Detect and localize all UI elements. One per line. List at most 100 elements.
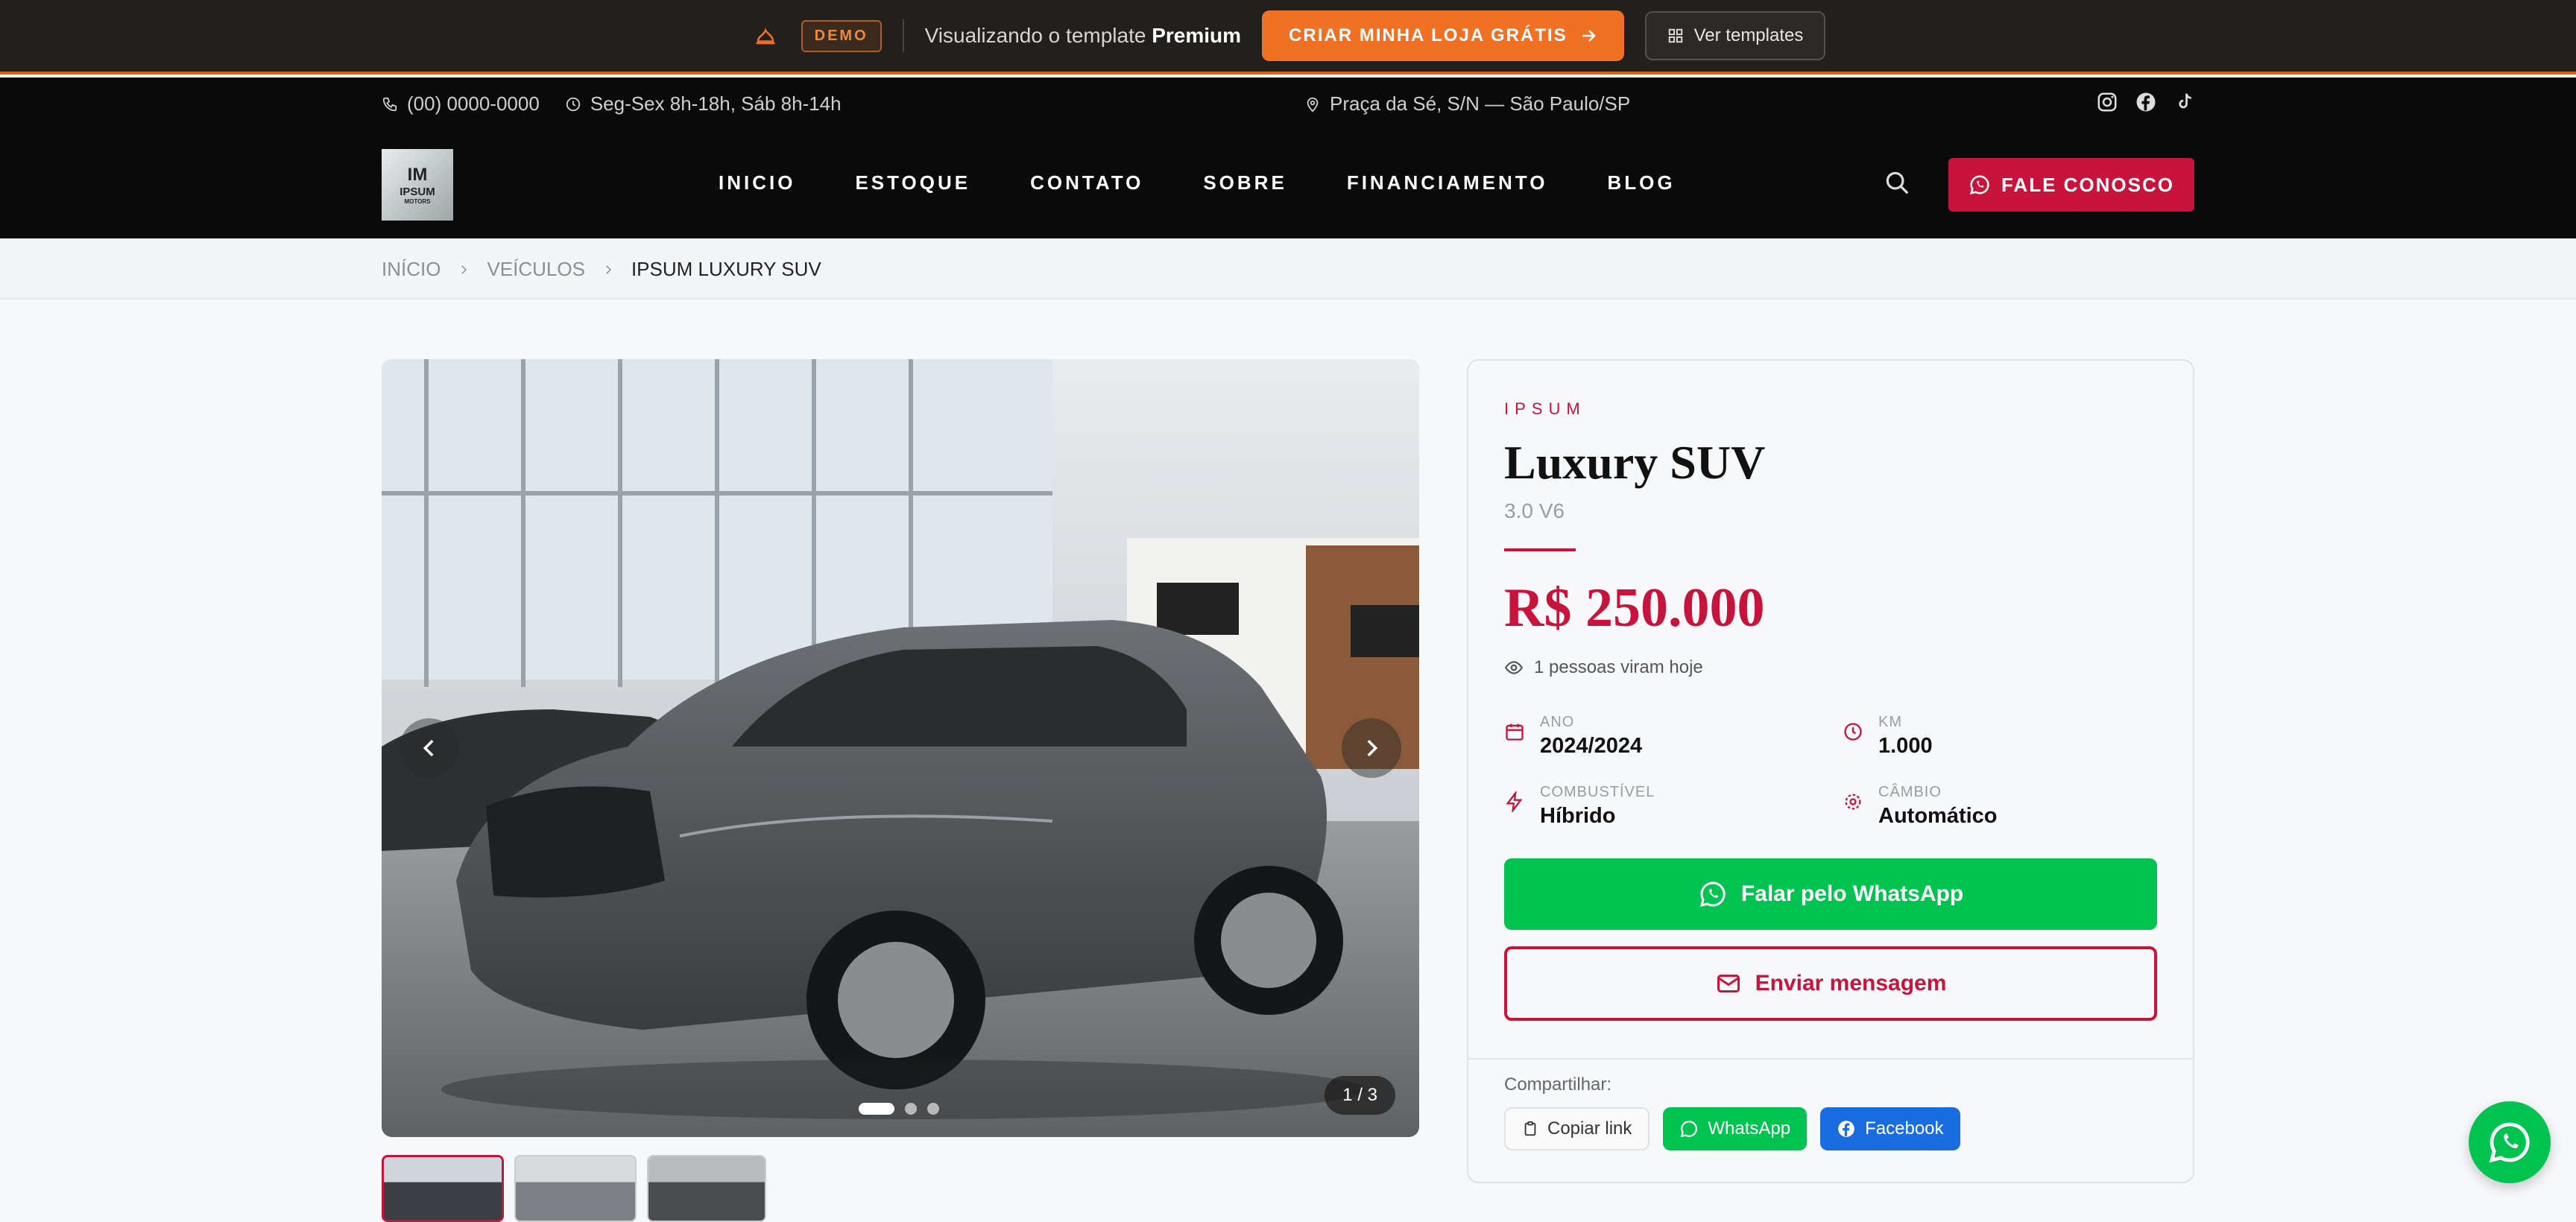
contact-us-button[interactable]: FALE CONOSCO xyxy=(1948,158,2194,212)
gallery-dots xyxy=(859,1103,939,1115)
eye-icon xyxy=(1504,661,1524,674)
search-icon[interactable] xyxy=(1883,168,1911,197)
copy-link-label: Copiar link xyxy=(1547,1118,1632,1139)
whatsapp-icon xyxy=(2489,1122,2530,1163)
create-store-button[interactable]: CRIAR MINHA LOJA GRÁTIS xyxy=(1262,10,1624,61)
chevron-right-icon xyxy=(461,265,467,274)
logo-name: IPSUM xyxy=(400,186,435,198)
thumbnail-strip xyxy=(382,1155,766,1222)
phone-info[interactable]: (00) 0000-0000 xyxy=(382,92,540,115)
breadcrumb-home[interactable]: INÍCIO xyxy=(382,258,441,281)
contact-us-label: FALE CONOSCO xyxy=(2001,173,2174,196)
gallery-dot[interactable] xyxy=(859,1103,894,1115)
instagram-icon[interactable] xyxy=(2096,91,2118,113)
whatsapp-icon xyxy=(1969,175,1989,195)
whatsapp-contact-label: Falar pelo WhatsApp xyxy=(1740,881,1964,906)
breadcrumb-current: IPSUM LUXURY SUV xyxy=(631,258,821,280)
whatsapp-icon xyxy=(1699,881,1726,908)
send-message-label: Enviar mensagem xyxy=(1755,971,1947,995)
vehicle-version: 3.0 V6 xyxy=(1504,499,1565,522)
demo-text-prefix: Visualizando o template xyxy=(924,24,1146,47)
send-message-button[interactable]: Enviar mensagem xyxy=(1504,946,2157,1021)
nav-item-inicio[interactable]: INICIO xyxy=(719,171,795,194)
tiktok-icon[interactable] xyxy=(2174,91,2196,113)
views-text: 1 pessoas viram hoje xyxy=(1534,657,1703,677)
prev-image-button[interactable] xyxy=(400,718,459,778)
lightning-icon xyxy=(1506,791,1523,812)
logo-mark: IM xyxy=(407,165,428,185)
spec-fuel: COMBUSTÍVEL Híbrido xyxy=(1504,784,1655,829)
spec-fuel-value: Híbrido xyxy=(1540,804,1616,828)
vehicle-details-card: IPSUM Luxury SUV 3.0 V6 R$ 250.000 1 pes… xyxy=(1467,359,2194,1183)
gallery-dot[interactable] xyxy=(905,1103,917,1115)
spec-km: KM 1.000 xyxy=(1843,714,1933,759)
spec-year: ANO 2024/2024 xyxy=(1504,714,1642,759)
image-counter: 1 / 3 xyxy=(1325,1076,1395,1115)
whatsapp-contact-button[interactable]: Falar pelo WhatsApp xyxy=(1504,858,2157,930)
map-pin-icon xyxy=(1307,97,1319,112)
divider xyxy=(902,19,904,52)
nav-item-contato[interactable]: CONTATO xyxy=(1030,171,1143,194)
spec-km-value: 1.000 xyxy=(1878,734,1933,758)
grid-icon xyxy=(1668,28,1682,43)
facebook-icon[interactable] xyxy=(2135,91,2157,113)
share-buttons: Copiar link WhatsApp Facebook xyxy=(1504,1107,1960,1150)
spec-year-value: 2024/2024 xyxy=(1540,734,1643,758)
nav-item-sobre[interactable]: SOBRE xyxy=(1203,171,1287,194)
vehicle-gallery[interactable]: 1 / 3 xyxy=(382,359,1419,1137)
nav-item-blog[interactable]: BLOG xyxy=(1607,171,1675,194)
gear-icon xyxy=(1845,794,1861,810)
address-text: Praça da Sé, S/N — São Paulo/SP xyxy=(1330,92,1631,115)
gallery-dot[interactable] xyxy=(927,1103,939,1115)
view-templates-button[interactable]: Ver templates xyxy=(1644,11,1826,60)
views-today: 1 pessoas viram hoje xyxy=(1504,657,1703,678)
share-whatsapp-button[interactable]: WhatsApp xyxy=(1663,1107,1808,1150)
calendar-icon xyxy=(1506,724,1524,741)
logo[interactable]: IM IPSUM MOTORS xyxy=(382,149,453,221)
clock-icon xyxy=(566,97,580,111)
phone-icon xyxy=(382,97,397,111)
create-store-label: CRIAR MINHA LOJA GRÁTIS xyxy=(1289,25,1568,45)
demo-text-strong: Premium xyxy=(1152,24,1242,47)
mail-icon xyxy=(1717,975,1740,993)
chevron-right-icon xyxy=(606,265,612,274)
hours-info: Seg-Sex 8h-18h, Sáb 8h-14h xyxy=(565,92,842,115)
copy-link-button[interactable]: Copiar link xyxy=(1504,1107,1650,1150)
nav-item-estoque[interactable]: ESTOQUE xyxy=(855,171,970,194)
thumbnail[interactable] xyxy=(647,1155,766,1222)
flame-icon xyxy=(751,21,780,51)
share-facebook-button[interactable]: Facebook xyxy=(1820,1107,1960,1150)
divider xyxy=(1504,548,1576,551)
vehicle-model: Luxury SUV xyxy=(1504,436,1766,489)
vehicle-price: R$ 250.000 xyxy=(1504,577,1765,639)
breadcrumb-bar: INÍCIO VEÍCULOS IPSUM LUXURY SUV xyxy=(0,238,2576,300)
demo-text: Visualizando o template Premium xyxy=(925,24,1241,48)
address-info: Praça da Sé, S/N — São Paulo/SP xyxy=(1304,92,1630,115)
breadcrumb-vehicles[interactable]: VEÍCULOS xyxy=(487,258,585,281)
chevron-left-icon xyxy=(423,739,434,757)
spec-transmission-label: CÂMBIO xyxy=(1878,784,1942,800)
spec-km-label: KM xyxy=(1878,714,1902,730)
hours-text: Seg-Sex 8h-18h, Sáb 8h-14h xyxy=(590,92,842,115)
social-links xyxy=(2096,91,2196,113)
clock-icon xyxy=(1844,723,1862,741)
spec-fuel-label: COMBUSTÍVEL xyxy=(1540,784,1655,800)
thumbnail[interactable] xyxy=(514,1155,637,1222)
arrow-right-icon xyxy=(1582,30,1596,42)
floating-whatsapp-button[interactable] xyxy=(2469,1101,2551,1183)
whatsapp-icon xyxy=(1681,1121,1698,1138)
view-templates-label: Ver templates xyxy=(1693,25,1804,45)
share-facebook-label: Facebook xyxy=(1865,1118,1944,1139)
spec-year-label: ANO xyxy=(1540,714,1575,730)
demo-badge: DEMO xyxy=(801,19,882,52)
next-image-button[interactable] xyxy=(1342,718,1401,778)
demo-bar: DEMO Visualizando o template Premium CRI… xyxy=(0,0,2576,75)
main-nav: IM IPSUM MOTORS INICIO ESTOQUE CONTATO S… xyxy=(0,130,2576,238)
nav-item-financiamento[interactable]: FINANCIAMENTO xyxy=(1347,171,1548,194)
info-bar: (00) 0000-0000 Seg-Sex 8h-18h, Sáb 8h-14… xyxy=(0,77,2576,130)
spec-transmission-value: Automático xyxy=(1878,804,1998,828)
thumbnail[interactable] xyxy=(382,1155,504,1222)
clipboard-icon xyxy=(1524,1121,1536,1136)
chevron-right-icon xyxy=(1367,739,1378,757)
phone-text: (00) 0000-0000 xyxy=(407,92,540,115)
